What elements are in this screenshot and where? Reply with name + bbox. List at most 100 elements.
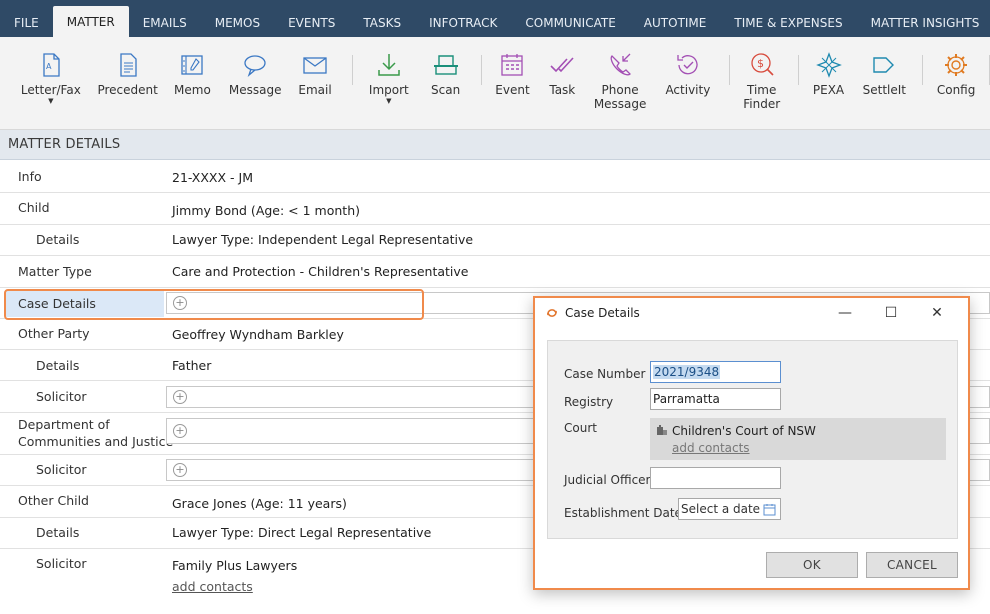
tab-communicate[interactable]: COMMUNICATE bbox=[511, 0, 629, 37]
phone-label-line1: Phone bbox=[601, 83, 639, 97]
scan-label: Scan bbox=[431, 83, 461, 97]
chevron-down-icon: ▼ bbox=[386, 97, 392, 105]
message-button[interactable]: Message bbox=[218, 51, 292, 97]
phone-incoming-icon bbox=[610, 53, 632, 76]
svg-text:$: $ bbox=[757, 57, 764, 70]
maximize-button[interactable]: ☐ bbox=[868, 302, 914, 324]
ok-button[interactable]: OK bbox=[766, 552, 858, 578]
other-child-solicitor-label: Solicitor bbox=[36, 556, 87, 571]
establishment-date-picker[interactable]: Select a date bbox=[678, 498, 781, 520]
pexa-icon bbox=[815, 52, 842, 78]
event-label: Event bbox=[495, 83, 530, 97]
svg-text:A: A bbox=[46, 62, 52, 71]
gear-icon bbox=[945, 54, 968, 76]
other-party-details-label: Details bbox=[36, 358, 80, 373]
other-child-value[interactable]: Grace Jones (Age: 11 years) bbox=[172, 496, 347, 511]
other-child-details-value[interactable]: Lawyer Type: Direct Legal Representative bbox=[172, 525, 431, 540]
calendar-icon bbox=[501, 54, 524, 76]
add-circle-icon[interactable]: + bbox=[173, 463, 187, 477]
tab-time-expenses[interactable]: TIME & EXPENSES bbox=[720, 0, 856, 37]
child-value[interactable]: Jimmy Bond (Age: < 1 month) bbox=[172, 203, 360, 218]
tab-matter-insights[interactable]: MATTER INSIGHTS bbox=[857, 0, 990, 37]
department-label-line2: Communities and Justice bbox=[18, 434, 174, 449]
row-matter-type: Matter Type Care and Protection - Childr… bbox=[0, 256, 990, 288]
phone-label-line2: Message bbox=[593, 97, 647, 111]
building-icon bbox=[657, 425, 667, 435]
tab-memos[interactable]: MEMOS bbox=[201, 0, 274, 37]
close-button[interactable]: ✕ bbox=[914, 302, 960, 324]
speech-bubble-icon bbox=[244, 55, 266, 77]
registry-label: Registry bbox=[564, 395, 614, 409]
tab-matter[interactable]: MATTER bbox=[52, 6, 129, 37]
import-button[interactable]: Import ▼ bbox=[353, 51, 425, 105]
tab-file[interactable]: FILE bbox=[0, 0, 53, 37]
tab-tasks[interactable]: TASKS bbox=[349, 0, 415, 37]
matter-type-label: Matter Type bbox=[18, 264, 92, 279]
add-circle-icon[interactable]: + bbox=[173, 390, 187, 404]
pexa-label: PEXA bbox=[812, 83, 845, 97]
tab-emails[interactable]: EMAILS bbox=[129, 0, 201, 37]
other-child-details-label: Details bbox=[36, 525, 80, 540]
arrow-right-icon bbox=[873, 57, 895, 73]
department-solicitor-label: Solicitor bbox=[36, 462, 87, 477]
child-details-value[interactable]: Lawyer Type: Independent Legal Represent… bbox=[172, 232, 473, 247]
other-party-details-value[interactable]: Father bbox=[172, 358, 211, 373]
establishment-date-label: Establishment Date bbox=[564, 506, 682, 520]
time-finder-button[interactable]: $ Time Finder bbox=[730, 51, 794, 111]
download-icon bbox=[378, 54, 400, 76]
main-tab-bar: FILE MATTER EMAILS MEMOS EVENTS TASKS IN… bbox=[0, 0, 990, 37]
section-header-matter-details: MATTER DETAILS bbox=[0, 130, 990, 160]
precedent-icon bbox=[119, 53, 137, 77]
registry-input[interactable]: Parramatta bbox=[650, 388, 781, 410]
tab-autotime[interactable]: AUTOTIME bbox=[630, 0, 721, 37]
calendar-icon[interactable] bbox=[763, 503, 776, 516]
row-child-details: Details Lawyer Type: Independent Legal R… bbox=[0, 225, 990, 256]
other-party-value[interactable]: Geoffrey Wyndham Barkley bbox=[172, 327, 344, 342]
court-value[interactable]: Children's Court of NSW bbox=[672, 424, 816, 438]
activity-icon bbox=[677, 55, 698, 75]
matter-type-value[interactable]: Care and Protection - Children's Represe… bbox=[172, 264, 468, 279]
child-label: Child bbox=[18, 200, 50, 215]
memo-label: Memo bbox=[174, 83, 211, 97]
other-party-solicitor-label: Solicitor bbox=[36, 389, 87, 404]
other-child-solicitor-value[interactable]: Family Plus Lawyers bbox=[172, 558, 297, 573]
court-contact-box: Children's Court of NSW add contacts bbox=[650, 418, 946, 460]
memo-button[interactable]: Memo bbox=[167, 51, 219, 97]
cancel-button[interactable]: CANCEL bbox=[866, 552, 958, 578]
info-value[interactable]: 21-XXXX - JM bbox=[172, 170, 253, 185]
judicial-officer-label: Judicial Officer bbox=[564, 473, 651, 487]
email-button[interactable]: Email bbox=[292, 51, 338, 97]
window-controls: — ☐ ✕ bbox=[822, 302, 960, 324]
add-contacts-link[interactable]: add contacts bbox=[172, 579, 253, 594]
court-add-contacts-link[interactable]: add contacts bbox=[672, 441, 750, 455]
time-finder-icon: $ bbox=[751, 53, 774, 76]
letter-fax-button[interactable]: A Letter/Fax ▼ bbox=[13, 51, 89, 105]
info-label: Info bbox=[18, 169, 42, 184]
tab-events[interactable]: EVENTS bbox=[274, 0, 349, 37]
scanner-icon bbox=[433, 55, 458, 75]
case-number-label: Case Number bbox=[564, 367, 646, 381]
case-number-input[interactable]: 2021/9348 bbox=[650, 361, 781, 383]
pexa-button[interactable]: PEXA bbox=[799, 51, 859, 97]
minimize-button[interactable]: — bbox=[822, 302, 868, 324]
message-label: Message bbox=[228, 83, 282, 97]
activity-button[interactable]: Activity bbox=[659, 51, 717, 97]
judicial-officer-input[interactable] bbox=[650, 467, 781, 489]
config-button[interactable]: Config bbox=[923, 51, 989, 97]
court-label: Court bbox=[564, 421, 597, 435]
other-child-label: Other Child bbox=[18, 493, 89, 508]
phone-message-button[interactable]: Phone Message bbox=[581, 51, 659, 111]
case-details-dialog: Case Details — ☐ ✕ Case Number 2021/9348… bbox=[533, 296, 970, 590]
activity-label: Activity bbox=[665, 83, 711, 97]
event-button[interactable]: Event bbox=[482, 51, 544, 97]
time-finder-label-line1: Time bbox=[747, 83, 777, 97]
settleit-label: SettleIt bbox=[862, 83, 906, 97]
scan-button[interactable]: Scan bbox=[425, 51, 467, 97]
settleit-button[interactable]: SettleIt bbox=[858, 51, 910, 97]
task-button[interactable]: Task bbox=[543, 51, 581, 97]
chevron-down-icon: ▼ bbox=[48, 97, 54, 105]
add-circle-icon[interactable]: + bbox=[173, 424, 187, 438]
precedent-button[interactable]: Precedent bbox=[89, 51, 167, 97]
tab-infotrack[interactable]: INFOTRACK bbox=[415, 0, 511, 37]
child-details-label: Details bbox=[36, 232, 80, 247]
